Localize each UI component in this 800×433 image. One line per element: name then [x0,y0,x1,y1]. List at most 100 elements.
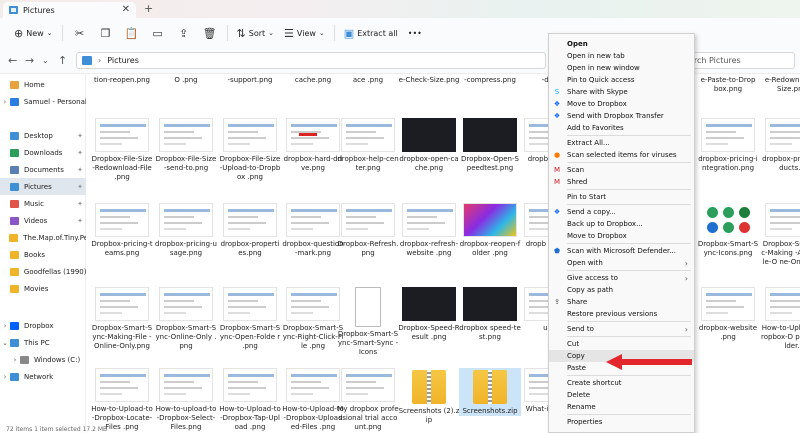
menu-item-cut[interactable]: Cut [549,338,694,350]
view-button[interactable]: ☰ View ⌄ [279,22,330,44]
file-item[interactable]: How-to-Upload-to-Dropbox-Locate-Files .p… [91,368,153,432]
file-item[interactable]: How-to-upload-to-Dropbox-Select-Files.pn… [155,368,217,432]
menu-item-share-with-skype[interactable]: S Share with Skype [549,86,694,98]
sidebar-item-documents[interactable]: Documents ✦ [0,161,86,178]
recent-chevron-icon[interactable]: ⌄ [42,56,49,65]
file-item[interactable]: Dropbox-pricing-teams.png [91,203,153,258]
menu-item-copy-as-path[interactable]: Copy as path [549,284,694,296]
file-name-partial[interactable]: -compress.png [459,76,521,85]
menu-item-rename[interactable]: Rename [549,401,694,413]
sidebar-item-dropbox[interactable]: › Dropbox [0,317,86,334]
file-name-partial[interactable]: -support.png [219,76,281,85]
menu-item-move-to-dropbox[interactable]: ❖ Move to Dropbox [549,98,694,110]
breadcrumb-pictures[interactable]: Pictures [107,56,139,65]
more-options-button[interactable]: ••• [403,22,427,44]
file-item[interactable]: dropbox-help-center.png [337,118,399,173]
rename-button[interactable]: ▭ [145,22,171,44]
file-item[interactable]: dropbox-website .png [697,287,759,342]
expand-chevron-icon[interactable]: › [0,373,10,381]
file-item[interactable]: Dropbox-Smart-Sync-Open-Folde r .png [219,287,281,351]
file-item[interactable]: Dropbox-Speed-Result .png [398,287,460,342]
sidebar-item-books[interactable]: Books [0,246,86,263]
file-name-partial[interactable]: ace .png [337,76,399,85]
file-name-partial[interactable]: tion-reopen.png [91,76,153,85]
sidebar-item-this-pc[interactable]: ⌄ This PC [0,334,86,351]
menu-item-open-with[interactable]: Open with › [549,257,694,269]
menu-item-share[interactable]: ⇪ Share [549,296,694,308]
file-item[interactable]: dropbox-refresh-website .png [398,203,460,258]
file-item[interactable]: How-to-Upload-to-Dropbox-Uploaded-Files … [282,368,344,432]
file-item[interactable]: Dropbox-Smart-Sync-Icons.png [697,203,759,258]
file-item[interactable]: Dropbox-Smart-Sync-Online-Only .png [155,287,217,351]
menu-item-delete[interactable]: Delete [549,389,694,401]
menu-item-open-in-new-tab[interactable]: Open in new tab [549,50,694,62]
new-tab-button[interactable]: + [144,2,153,15]
expand-chevron-icon[interactable]: › [0,98,10,106]
file-item[interactable]: dropbox speed-test.png [459,287,521,342]
expand-chevron-icon[interactable]: › [0,322,10,330]
sidebar-item-downloads[interactable]: Downloads ✦ [0,144,86,161]
sidebar-item-goodfellas-1990[interactable]: Goodfellas (1990) [0,263,86,280]
share-button[interactable]: ⇪ [171,22,197,44]
extract-all-button[interactable]: ▣ Extract all [339,22,403,44]
menu-item-add-to-favorites[interactable]: Add to Favorites [549,122,694,134]
file-item[interactable]: dropbox-pricing-integration.png [697,118,759,173]
menu-item-send-a-copy[interactable]: ❖ Send a copy... [549,206,694,218]
menu-item-scan-with-microsoft-defender[interactable]: ⬟ Scan with Microsoft Defender... [549,245,694,257]
file-item[interactable]: dropbox-open-cache.png [398,118,460,173]
file-name-partial[interactable]: cache.png [282,76,344,85]
menu-item-send-to[interactable]: Send to › [549,323,694,335]
sidebar-item-windows-c[interactable]: › Windows (C:) [0,351,86,368]
sidebar-item-the-map-of-tiny-per[interactable]: The.Map.of.Tiny.Per [0,229,86,246]
file-item[interactable]: How-to-Uplo to-Dropbox-D pbox-Folder. [761,287,800,351]
paste-button[interactable]: 📋 [119,22,145,44]
file-item[interactable]: Dropbox-File-Size-Upload-to-Dropbox .png [219,118,281,182]
sidebar-item-desktop[interactable]: Desktop ✦ [0,127,86,144]
sidebar-item-home[interactable]: Home [0,76,86,93]
menu-item-pin-to-start[interactable]: Pin to Start [549,191,694,203]
file-item[interactable]: Dropbox-Open-Speedtest.png [459,118,521,173]
forward-arrow-icon[interactable]: → [25,54,34,67]
menu-item-scan[interactable]: M Scan [549,164,694,176]
menu-item-restore-previous-versions[interactable]: Restore previous versions [549,308,694,320]
cut-button[interactable]: ✂ [67,22,93,44]
file-item[interactable]: Dropbox-Sm Sync-Making -Available-O ne-O… [761,203,800,267]
menu-item-move-to-dropbox[interactable]: Move to Dropbox [549,230,694,242]
menu-item-open[interactable]: Open [549,38,694,50]
new-button[interactable]: ⊕ New ⌄ [9,22,58,44]
menu-item-properties[interactable]: Properties [549,416,694,428]
menu-item-open-in-new-window[interactable]: Open in new window [549,62,694,74]
file-item[interactable]: Dropbox-Refresh. png [337,203,399,258]
sidebar-item-videos[interactable]: Videos ✦ [0,212,86,229]
menu-item-pin-to-quick-access[interactable]: Pin to Quick access [549,74,694,86]
up-arrow-icon[interactable]: ↑ [58,54,67,67]
file-item[interactable]: My dropbox professional trial account.pn… [337,368,399,432]
file-name-partial[interactable]: O .png [155,76,217,85]
file-name-partial[interactable]: e-Redownload -Size.png [761,76,800,94]
file-item[interactable]: dropbox-reopen-folder .png [459,203,521,258]
sort-button[interactable]: ⇅ Sort ⌄ [232,22,280,44]
tab-pictures[interactable]: Pictures ✕ [3,2,136,18]
menu-item-back-up-to-dropbox[interactable]: Back up to Dropbox... [549,218,694,230]
copy-button[interactable]: ❐ [93,22,119,44]
expand-chevron-icon[interactable]: ⌄ [0,339,10,347]
sidebar-item-music[interactable]: Music ✦ [0,195,86,212]
sidebar-item-network[interactable]: › Network [0,368,86,385]
menu-item-create-shortcut[interactable]: Create shortcut [549,377,694,389]
file-item[interactable]: dropbox-hard-drive.png [282,118,344,173]
zip-file-item[interactable]: Screenshots (2).zip [398,368,460,425]
menu-item-send-with-dropbox-transfer[interactable]: ❖ Send with Dropbox Transfer [549,110,694,122]
sidebar-item-samuel-personal[interactable]: › Samuel - Personal [0,93,86,110]
file-item[interactable]: How-to-Upload-to-Dropbox-Tap-Upload .png [219,368,281,432]
expand-chevron-icon[interactable]: › [10,356,20,364]
file-name-partial[interactable]: e-Check-Size.png [398,76,460,85]
close-tab-icon[interactable]: ✕ [122,4,130,15]
file-item[interactable]: Dropbox-File-Size-Redownload-File .png [91,118,153,182]
delete-button[interactable]: 🗑 [197,22,223,44]
file-item[interactable]: dropbox-pricing-usage.png [155,203,217,258]
back-arrow-icon[interactable]: ← [8,54,17,67]
menu-item-scan-selected-items-for-viruses[interactable]: ● Scan selected items for viruses [549,149,694,161]
menu-item-give-access-to[interactable]: Give access to › [549,272,694,284]
zip-file-item[interactable]: Screenshots.zip [459,368,521,416]
file-item[interactable]: dropbox-question-mark.png [282,203,344,258]
